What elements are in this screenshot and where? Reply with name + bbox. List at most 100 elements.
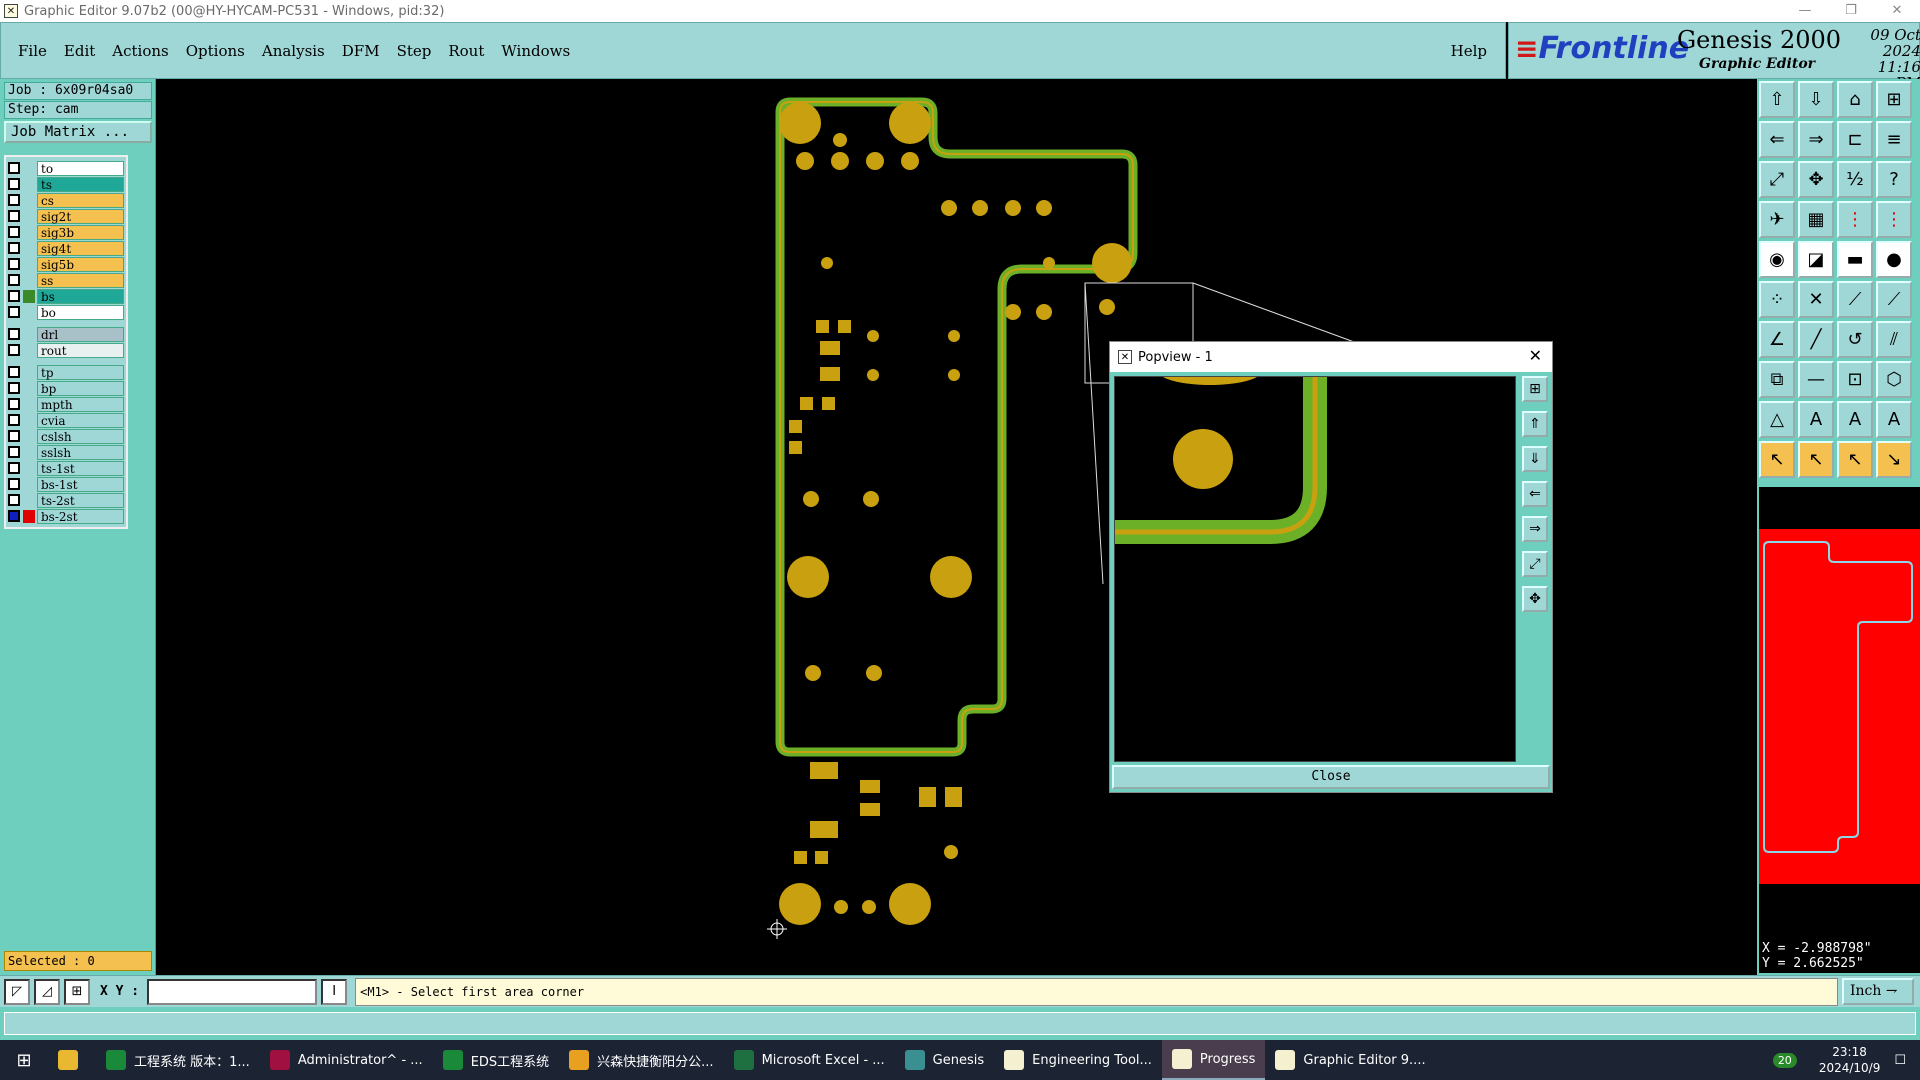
select-arrow2-icon[interactable]: ↖ [1798,441,1834,478]
menu-actions[interactable]: Actions [112,42,168,60]
taskbar-item[interactable]: Graphic Editor 9.... [1265,1040,1435,1080]
layer-checkbox[interactable] [8,510,20,522]
connect-icon[interactable]: ⁘ [1759,281,1795,318]
popview-pan-left-icon[interactable]: ⇐ [1522,481,1548,507]
slope-line-icon[interactable]: ∠ [1759,321,1795,358]
job-matrix-button[interactable]: Job Matrix ... [4,121,152,143]
hline-icon[interactable]: — [1798,361,1834,398]
layer-row[interactable]: rout [8,342,124,358]
layer-row[interactable]: tp [8,364,124,380]
net-icon[interactable]: ⋮ [1837,201,1873,238]
popview-close-icon[interactable]: ✕ [1529,346,1542,365]
taskbar-item[interactable]: 工程系统 版本：1... [96,1040,260,1080]
shapes-icon[interactable]: ⬡ [1876,361,1912,398]
camera-icon[interactable]: ◉ [1759,241,1795,278]
layer-checkbox[interactable] [8,274,20,286]
line-draw2-icon[interactable]: ⟋ [1876,281,1912,318]
minimize-button[interactable]: — [1782,0,1828,22]
layer-checkbox[interactable] [8,414,20,426]
zoom-ratio-icon[interactable]: ½ [1837,161,1873,198]
layer-checkbox[interactable] [8,478,20,490]
layer-checkbox[interactable] [8,194,20,206]
zoom-in-icon[interactable]: ✥ [1798,161,1834,198]
popview-titlebar[interactable]: ✕ Popview - 1 ✕ [1110,342,1552,372]
popview-pan-right-icon[interactable]: ⇒ [1522,516,1548,542]
diagonal-icon[interactable]: ╱ [1798,321,1834,358]
align-icon[interactable]: ⊡ [1837,361,1873,398]
layer-row[interactable]: drl [8,326,124,342]
layer-checkbox[interactable] [8,462,20,474]
layer-checkbox[interactable] [8,398,20,410]
text-a-icon[interactable]: A [1798,401,1834,438]
popview-zoom-home-icon[interactable]: ⊞ [1522,376,1548,402]
select-arrow-icon[interactable]: ↖ [1759,441,1795,478]
clock[interactable]: 23:18 2024/10/9 [1819,1044,1881,1076]
open-icon[interactable]: ⇩ [1798,81,1834,118]
layer-checkbox[interactable] [8,382,20,394]
layer-checkbox[interactable] [8,366,20,378]
layer-row[interactable]: ss [8,272,124,288]
xy-input[interactable] [147,978,318,1005]
net2-icon[interactable]: ⋮ [1876,201,1912,238]
taskbar-item[interactable]: Progress [1161,1040,1266,1080]
popview-canvas[interactable] [1114,376,1516,762]
helicopter-icon[interactable]: ✈ [1759,201,1795,238]
pan-right-icon[interactable]: ⇒ [1798,121,1834,158]
menu-help[interactable]: Help [1451,42,1487,60]
layer-row[interactable]: bs [8,288,124,304]
menu-analysis[interactable]: Analysis [262,42,325,60]
tray-badge[interactable]: 20 [1772,1052,1797,1068]
text-a3-icon[interactable]: A [1876,401,1912,438]
layer-row[interactable]: cslsh [8,428,124,444]
layer-row[interactable]: bp [8,380,124,396]
menu-rout[interactable]: Rout [448,42,484,60]
layer-checkbox[interactable] [8,290,20,302]
popview-close-button[interactable]: Close [1112,765,1550,789]
start-icon[interactable]: ⊞ [0,1050,48,1071]
window-split-icon[interactable]: ⊞ [1876,81,1912,118]
zoom-fit-icon[interactable]: ⤢ [1759,161,1795,198]
ruler-icon[interactable]: ▬ [1837,241,1873,278]
minimap[interactable] [1759,487,1920,947]
component-icon[interactable]: ⧉ [1759,361,1795,398]
layer-row[interactable]: ts-2st [8,492,124,508]
select-arrow3-icon[interactable]: ↖ [1837,441,1873,478]
layer-row[interactable]: ts [8,176,124,192]
zoom-box-icon[interactable]: ⊏ [1837,121,1873,158]
menu-step[interactable]: Step [397,42,432,60]
notification-icon[interactable]: ☐ [1894,1053,1906,1068]
layer-checkbox[interactable] [8,178,20,190]
popview-zoom-in-icon[interactable]: ✥ [1522,586,1548,612]
layer-row[interactable]: cvia [8,412,124,428]
layer-checkbox[interactable] [8,328,20,340]
menu-file[interactable]: File [18,42,47,60]
taskbar-item[interactable]: Genesis [895,1040,994,1080]
menu-options[interactable]: Options [186,42,245,60]
menu-windows[interactable]: Windows [501,42,570,60]
layer-checkbox[interactable] [8,258,20,270]
measure-icon[interactable]: ◪ [1798,241,1834,278]
mode-icon-1[interactable]: ◸ [4,978,30,1005]
layer-checkbox[interactable] [8,446,20,458]
taskbar-item[interactable]: Administrator^ - ... [260,1040,433,1080]
delete-feature-icon[interactable]: ✕ [1798,281,1834,318]
popview-pan-down-icon[interactable]: ⇓ [1522,446,1548,472]
mode-icon-2[interactable]: ◿ [34,978,60,1005]
popview-zoom-fit-icon[interactable]: ⤢ [1522,551,1548,577]
close-window-button[interactable]: ✕ [1874,0,1920,22]
layer-row[interactable]: to [8,160,124,176]
maximize-button[interactable]: ❐ [1828,0,1874,22]
taskbar-item[interactable]: 兴森快捷衡阳分公... [559,1040,723,1080]
layer-row[interactable]: bs-1st [8,476,124,492]
layer-checkbox[interactable] [8,242,20,254]
taskbar-item[interactable]: Engineering Tool... [994,1040,1162,1080]
layer-checkbox[interactable] [8,226,20,238]
mirror-icon[interactable]: ⫽ [1876,321,1912,358]
taskbar-item[interactable]: EDS工程系统 [433,1040,559,1080]
layer-row[interactable]: bo [8,304,124,320]
mode-icon-3[interactable]: ⊞ [64,978,90,1005]
layer-row[interactable]: cs [8,192,124,208]
home-icon[interactable]: ⌂ [1837,81,1873,118]
line-draw-icon[interactable]: ⟋ [1837,281,1873,318]
pad-icon[interactable]: ● [1876,241,1912,278]
